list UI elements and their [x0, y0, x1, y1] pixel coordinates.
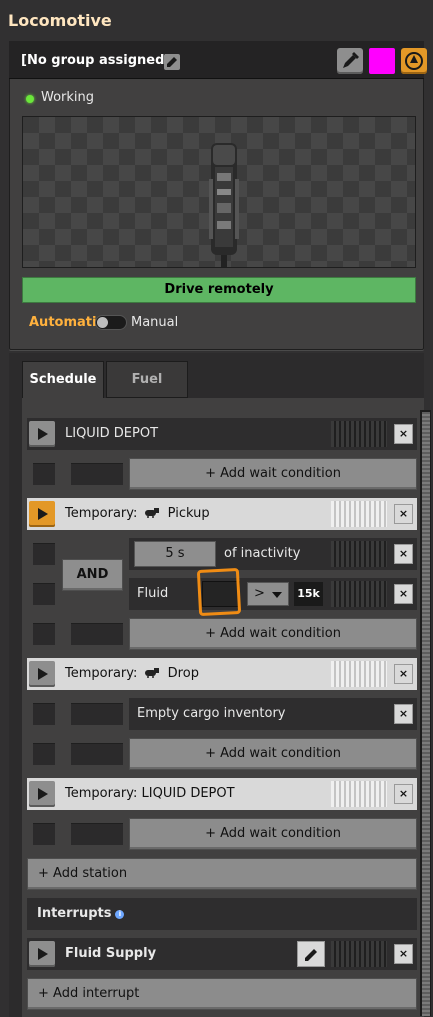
condition-row-empty-cargo[interactable]: Empty cargo inventory × — [129, 698, 417, 730]
condition-indent — [33, 543, 55, 565]
status-text: Working — [41, 90, 95, 105]
interrupts-header: Interrupts i — [27, 898, 417, 930]
toggle-knob — [97, 317, 108, 328]
go-to-station-icon[interactable] — [29, 661, 55, 687]
train-color-swatch[interactable] — [369, 48, 395, 74]
remove-station-button[interactable]: × — [394, 664, 413, 684]
condition-indent — [33, 623, 55, 645]
interrupts-title-text: Interrupts — [37, 906, 112, 921]
group-label: [No group assigned] — [21, 53, 171, 68]
condition-indent — [71, 823, 123, 845]
add-station-button[interactable]: + Add station — [27, 858, 417, 890]
add-wait-condition-button[interactable]: + Add wait condition — [129, 618, 417, 650]
inactivity-time-button[interactable]: 5 s — [134, 541, 216, 567]
window-title: Locomotive — [8, 11, 112, 30]
drag-handle[interactable] — [331, 501, 387, 527]
station-name: Temporary: Pickup — [65, 506, 210, 521]
station-row[interactable]: Temporary: LIQUID DEPOT × — [27, 778, 417, 810]
locomotive-preview[interactable] — [22, 116, 416, 268]
condition-indent — [33, 823, 55, 845]
condition-label: of inactivity — [224, 546, 301, 561]
station-name: Temporary: LIQUID DEPOT — [65, 786, 235, 801]
condition-row-fluid[interactable]: Fluid > 15k × — [129, 578, 417, 610]
interrupt-row[interactable]: Fluid Supply × — [27, 938, 417, 970]
remove-condition-button[interactable]: × — [394, 704, 413, 724]
station-label: Drop — [167, 666, 199, 681]
condition-indent — [71, 703, 123, 725]
drag-handle[interactable] — [331, 661, 387, 687]
condition-row-inactivity[interactable]: 5 s of inactivity × — [129, 538, 417, 570]
condition-label: Fluid — [137, 586, 169, 601]
locomotive-image — [209, 143, 239, 267]
drag-handle[interactable] — [331, 421, 387, 447]
color-picker-button[interactable] — [337, 48, 363, 74]
tank-icon — [144, 668, 159, 678]
comparator-dropdown[interactable]: > — [247, 582, 289, 606]
station-label: LIQUID DEPOT — [141, 786, 235, 801]
scrollbar-thumb[interactable] — [422, 412, 430, 1016]
trigger-interrupt-icon[interactable] — [29, 941, 55, 967]
station-row[interactable]: Temporary: Pickup × — [27, 498, 417, 530]
remove-station-button[interactable]: × — [394, 424, 413, 444]
edit-interrupt-icon[interactable] — [297, 941, 325, 967]
and-or-toggle-button[interactable]: AND — [62, 559, 123, 591]
station-label: Pickup — [167, 506, 210, 521]
edit-group-icon[interactable] — [164, 54, 180, 70]
manual-label: Manual — [131, 315, 179, 330]
drag-handle[interactable] — [331, 541, 387, 567]
locomotive-window: Locomotive [No group assigned] Working D… — [0, 0, 433, 1017]
condition-indent — [71, 463, 123, 485]
remove-station-button[interactable]: × — [394, 504, 413, 524]
mode-toggle[interactable] — [95, 315, 127, 330]
remove-station-button[interactable]: × — [394, 784, 413, 804]
add-wait-condition-button[interactable]: + Add wait condition — [129, 458, 417, 490]
temporary-prefix: Temporary: — [65, 786, 138, 801]
temporary-prefix: Temporary: — [65, 666, 138, 681]
station-row[interactable]: LIQUID DEPOT × — [27, 418, 417, 450]
go-to-station-icon[interactable] — [29, 501, 55, 527]
condition-indent — [33, 583, 55, 605]
add-wait-condition-button[interactable]: + Add wait condition — [129, 818, 417, 850]
fluid-amount-input[interactable]: 15k — [294, 582, 323, 606]
go-to-station-icon[interactable] — [29, 781, 55, 807]
condition-indent — [33, 743, 55, 765]
condition-indent — [33, 703, 55, 725]
condition-label: Empty cargo inventory — [137, 706, 286, 721]
condition-indent — [71, 623, 123, 645]
remove-condition-button[interactable]: × — [394, 544, 413, 564]
tab-schedule[interactable]: Schedule — [22, 361, 104, 398]
go-to-station-icon[interactable] — [29, 421, 55, 447]
status-dot-icon — [26, 95, 34, 103]
station-name: LIQUID DEPOT — [65, 426, 159, 441]
automatic-mode-icon-button[interactable] — [401, 48, 427, 74]
station-name: Temporary: Drop — [65, 666, 199, 681]
tab-fuel[interactable]: Fuel — [106, 361, 188, 398]
drag-handle[interactable] — [331, 941, 387, 967]
drag-handle[interactable] — [331, 781, 387, 807]
interrupts-title: Interrupts i — [37, 906, 125, 921]
user-highlight-annotation — [196, 567, 242, 617]
station-row[interactable]: Temporary: Drop × — [27, 658, 417, 690]
condition-indent — [71, 743, 123, 765]
drag-handle[interactable] — [331, 581, 387, 607]
temporary-prefix: Temporary: — [65, 506, 138, 521]
interrupt-name: Fluid Supply — [65, 946, 157, 961]
remove-condition-button[interactable]: × — [394, 584, 413, 604]
automatic-label: Automatic — [29, 315, 105, 330]
add-wait-condition-button[interactable]: + Add wait condition — [129, 738, 417, 770]
remove-interrupt-button[interactable]: × — [394, 944, 413, 964]
info-icon[interactable]: i — [115, 910, 125, 919]
drive-remotely-button[interactable]: Drive remotely — [22, 277, 416, 303]
add-interrupt-button[interactable]: + Add interrupt — [27, 978, 417, 1010]
tank-icon — [144, 508, 159, 518]
condition-indent — [33, 463, 55, 485]
